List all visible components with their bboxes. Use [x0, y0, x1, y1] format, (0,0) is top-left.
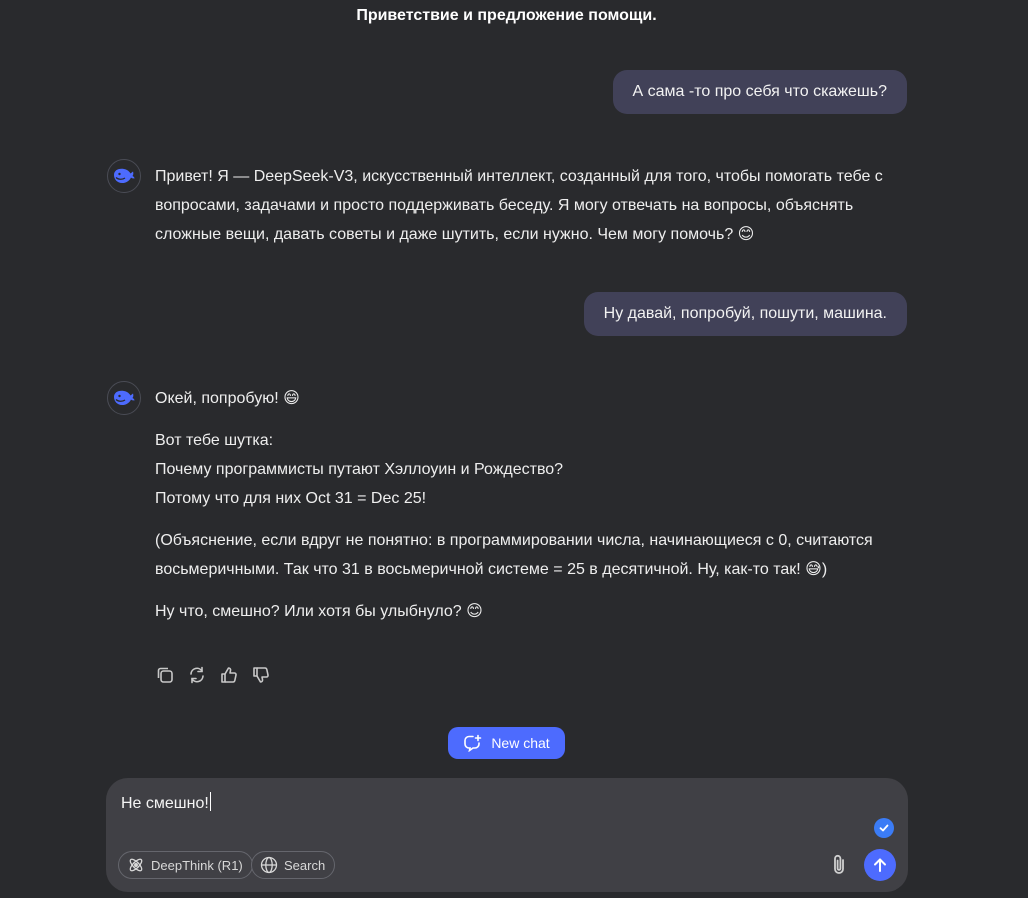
assistant-paragraph: Вот тебе шутка: Почему программисты пута…	[155, 426, 907, 513]
new-chat-label: New chat	[491, 735, 550, 751]
thumbs-up-icon	[221, 667, 237, 683]
search-toggle[interactable]: Search	[251, 851, 336, 879]
like-button[interactable]	[218, 664, 240, 686]
regenerate-button[interactable]	[186, 664, 208, 686]
message-input-value: Не смешно!	[121, 795, 209, 812]
atom-icon	[129, 858, 143, 872]
assistant-avatar	[107, 381, 141, 415]
message-composer: Не смешно! DeepThink (R1) Search	[106, 778, 908, 892]
copy-button[interactable]	[154, 664, 176, 686]
globe-icon	[260, 856, 278, 874]
assistant-message: Окей, попробую! 😄 Вот тебе шутка: Почему…	[155, 384, 907, 626]
assistant-paragraph: (Объяснение, если вдруг не понятно: в пр…	[155, 532, 873, 578]
assistant-message: Привет! Я — DeepSeek-V3, искусственный и…	[155, 162, 907, 249]
user-message: А сама -то про себя что скажешь?	[612, 70, 907, 114]
whale-logo-icon	[114, 168, 135, 183]
send-button[interactable]	[864, 849, 896, 881]
text-caret	[209, 792, 211, 811]
deepthink-label: DeepThink (R1)	[151, 857, 243, 873]
joke-line: Почему программисты путают Хэллоуин и Ро…	[155, 461, 564, 478]
assistant-paragraph: Привет! Я — DeepSeek-V3, искусственный и…	[155, 168, 883, 243]
thumbs-down-icon	[253, 667, 269, 683]
new-chat-button[interactable]: New chat	[448, 727, 565, 759]
assistant-paragraph: Окей, попробую! 😄	[155, 390, 300, 407]
chat-title: Приветствие и предложение помощи.	[356, 7, 657, 24]
search-label: Search	[284, 857, 326, 873]
paperclip-icon	[834, 854, 844, 874]
joke-line: Потому что для них Oct 31 = Dec 25!	[155, 490, 427, 507]
new-chat-icon	[464, 734, 482, 752]
assistant-paragraph: Ну что, смешно? Или хотя бы улыбнуло? 😊	[155, 603, 483, 620]
joke-line: Вот тебе шутка:	[155, 432, 274, 449]
arrow-up-icon	[874, 858, 886, 872]
user-message: Ну давай, попробуй, пошути, машина.	[583, 292, 907, 336]
message-actions	[154, 664, 272, 686]
regenerate-icon	[190, 666, 204, 684]
chat-page: Приветствие и предложение помощи. А сама…	[0, 0, 1028, 898]
verified-check-icon	[874, 818, 894, 838]
attach-file-button[interactable]	[826, 852, 852, 878]
deepthink-toggle[interactable]: DeepThink (R1)	[118, 851, 253, 879]
copy-icon	[157, 667, 173, 683]
whale-logo-icon	[114, 390, 135, 405]
message-input[interactable]: Не смешно!	[121, 792, 211, 813]
dislike-button[interactable]	[250, 664, 272, 686]
assistant-avatar	[107, 159, 141, 193]
